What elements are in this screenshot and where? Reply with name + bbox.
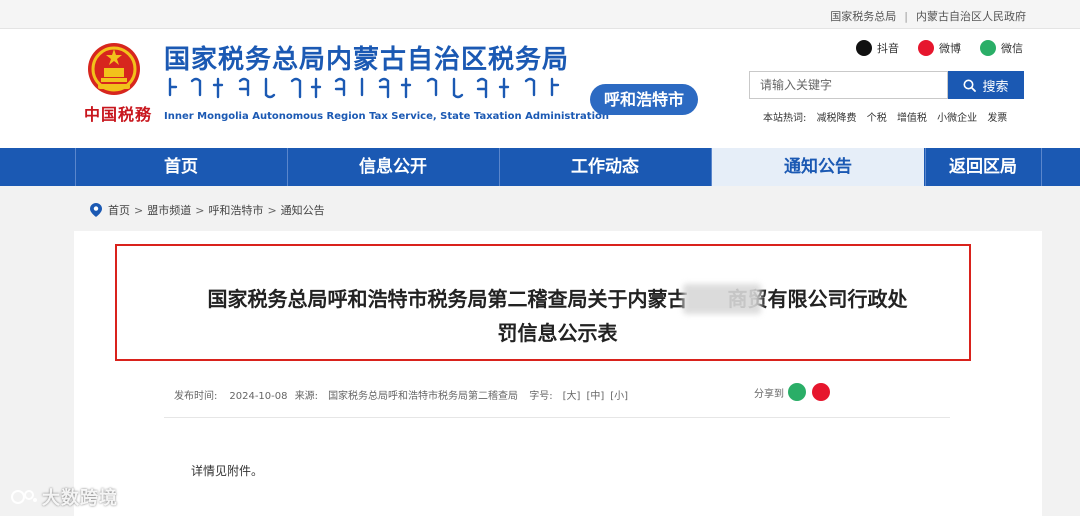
article-title: 国家税务总局呼和浩特市税务局第二稽查局关于内蒙古 商贸有限公司行政处 罚信息公示表 [160,282,955,350]
source-value: 国家税务总局呼和浩特市税务局第二稽查局 [328,391,519,402]
weibo-label: 微博 [939,42,961,55]
wechat-icon [980,40,996,56]
weibo-icon [918,40,934,56]
nav-divider [1041,148,1042,186]
hot-term[interactable]: 个税 [867,113,887,124]
watermark: 大数跨境 [10,484,118,510]
weibo-link[interactable]: 微博 [918,40,961,56]
font-size-label: 字号: [529,391,553,402]
douyin-label: 抖音 [877,42,899,55]
top-bar: 国家税务总局 | 内蒙古自治区人民政府 [0,0,1080,29]
search-button-label: 搜索 [982,79,1009,95]
source-label: 来源: [294,391,319,402]
share-bar: 分享到 [754,383,830,401]
font-size-small-button[interactable]: [小] [610,391,628,402]
breadcrumb-hohhot[interactable]: 呼和浩特市 [208,202,263,218]
city-badge[interactable]: 呼和浩特市 [590,84,698,115]
top-links: 国家税务总局 | 内蒙古自治区人民政府 [830,8,1026,24]
breadcrumb-home[interactable]: 首页 [108,202,130,218]
breadcrumb-cities[interactable]: 盟市频道 [147,202,191,218]
hot-terms-label: 本站热词: [763,113,807,124]
hot-term[interactable]: 小微企业 [937,113,977,124]
link-sta[interactable]: 国家税务总局 [830,10,896,23]
site-subtitle: Inner Mongolia Autonomous Region Tax Ser… [164,111,609,122]
meta-divider [164,417,950,418]
breadcrumb-sep: > [134,203,144,217]
national-emblem-icon [88,43,140,95]
location-pin-icon [90,203,102,217]
hot-term[interactable]: 增值税 [897,113,927,124]
wechat-share-icon[interactable] [788,383,806,401]
article-body: 详情见附件。 [191,464,264,478]
article-title-part1: 国家税务总局呼和浩特市税务局第二稽查局关于内蒙古 [207,287,688,311]
breadcrumb-sep: > [267,203,277,217]
mongolian-script-logo [168,77,560,99]
watermark-logo-icon [11,490,37,504]
wechat-link[interactable]: 微信 [980,40,1023,56]
article-meta: 发布时间: 2024-10-08 来源: 国家税务总局呼和浩特市税务局第二稽查局 字… [174,387,634,402]
link-imgov[interactable]: 内蒙古自治区人民政府 [916,10,1026,23]
site-header: 中国税務 国家税务总局内蒙古自治区税务局 Inner Mongolia Auto… [0,29,1080,148]
font-size-large-button[interactable]: [大] [563,391,581,402]
nav-item-work[interactable]: 工作动态 [500,148,710,186]
search-input[interactable] [749,71,948,99]
breadcrumb-sep: > [195,203,205,217]
hot-term[interactable]: 发票 [987,113,1007,124]
hot-term[interactable]: 减税降费 [817,113,857,124]
article-title-line2: 罚信息公示表 [497,321,618,345]
publish-date: 2024-10-08 [229,391,288,402]
redaction-blur [683,284,761,314]
site-title: 国家税务总局内蒙古自治区税务局 [164,45,570,75]
date-label: 发布时间: [174,391,218,402]
nav-item-back[interactable]: 返回区局 [926,148,1040,186]
weibo-share-icon[interactable] [812,383,830,401]
hot-terms: 本站热词: 减税降费 个税 增值税 小微企业 发票 [763,109,1014,124]
breadcrumb: 首页 > 盟市频道 > 呼和浩特市 > 通知公告 [90,202,325,218]
wechat-label: 微信 [1001,42,1023,55]
watermark-text: 大数跨境 [42,488,118,509]
nav-item-notices[interactable]: 通知公告 [712,148,924,186]
douyin-link[interactable]: 抖音 [856,40,899,56]
top-separator: | [904,10,908,23]
tax-logo-text: 中国税務 [84,105,153,124]
search-icon [963,79,977,92]
douyin-icon [856,40,872,56]
main-nav: 首页 信息公开 工作动态 通知公告 返回区局 [0,148,1080,186]
nav-item-info[interactable]: 信息公开 [288,148,498,186]
share-label: 分享到 [754,388,784,400]
nav-item-home[interactable]: 首页 [76,148,286,186]
font-size-medium-button[interactable]: [中] [586,391,604,402]
breadcrumb-current: 通知公告 [280,204,325,217]
search-button[interactable]: 搜索 [948,71,1024,99]
